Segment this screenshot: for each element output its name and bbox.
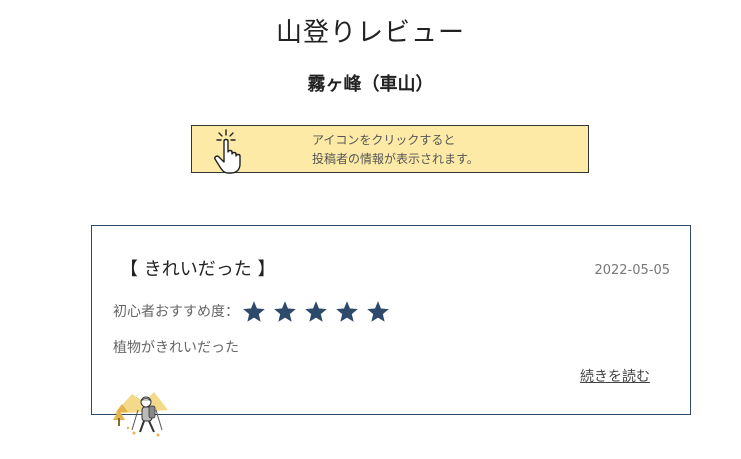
review-body: 植物がきれいだった [113,340,239,356]
star-icon [336,301,358,322]
rating-label: 初心者おすすめ度： [113,304,239,320]
rating-row: 初心者おすすめ度： [113,299,398,325]
hint-line-2: 投稿者の情報が表示されます。 [312,152,479,166]
hand-pointer-icon [214,129,241,174]
star-icon [274,301,296,322]
review-card: 【 きれいだった 】 2022-05-05 初心者おすすめ度： 植物がきれいだっ… [91,225,691,415]
star-icon [367,301,389,322]
mountain-name: 霧ヶ峰（車山） [307,74,434,95]
page-title: 山登りレビュー [273,18,468,48]
star-icon [243,301,265,322]
star-rating [243,301,398,323]
hint-box: アイコンをクリックすると 投稿者の情報が表示されます。 [191,125,589,174]
page-title-wrap: 山登りレビュー [0,16,741,50]
hint-text: アイコンをクリックすると 投稿者の情報が表示されます。 [312,131,479,169]
hint-line-1: アイコンをクリックすると [312,133,456,147]
review-title: 【 きれいだった 】 [120,259,276,280]
review-date: 2022-05-05 [594,263,670,278]
hiker-avatar-icon[interactable] [110,380,170,440]
read-more-link[interactable]: 続きを読む [580,367,650,387]
star-icon [305,301,327,322]
